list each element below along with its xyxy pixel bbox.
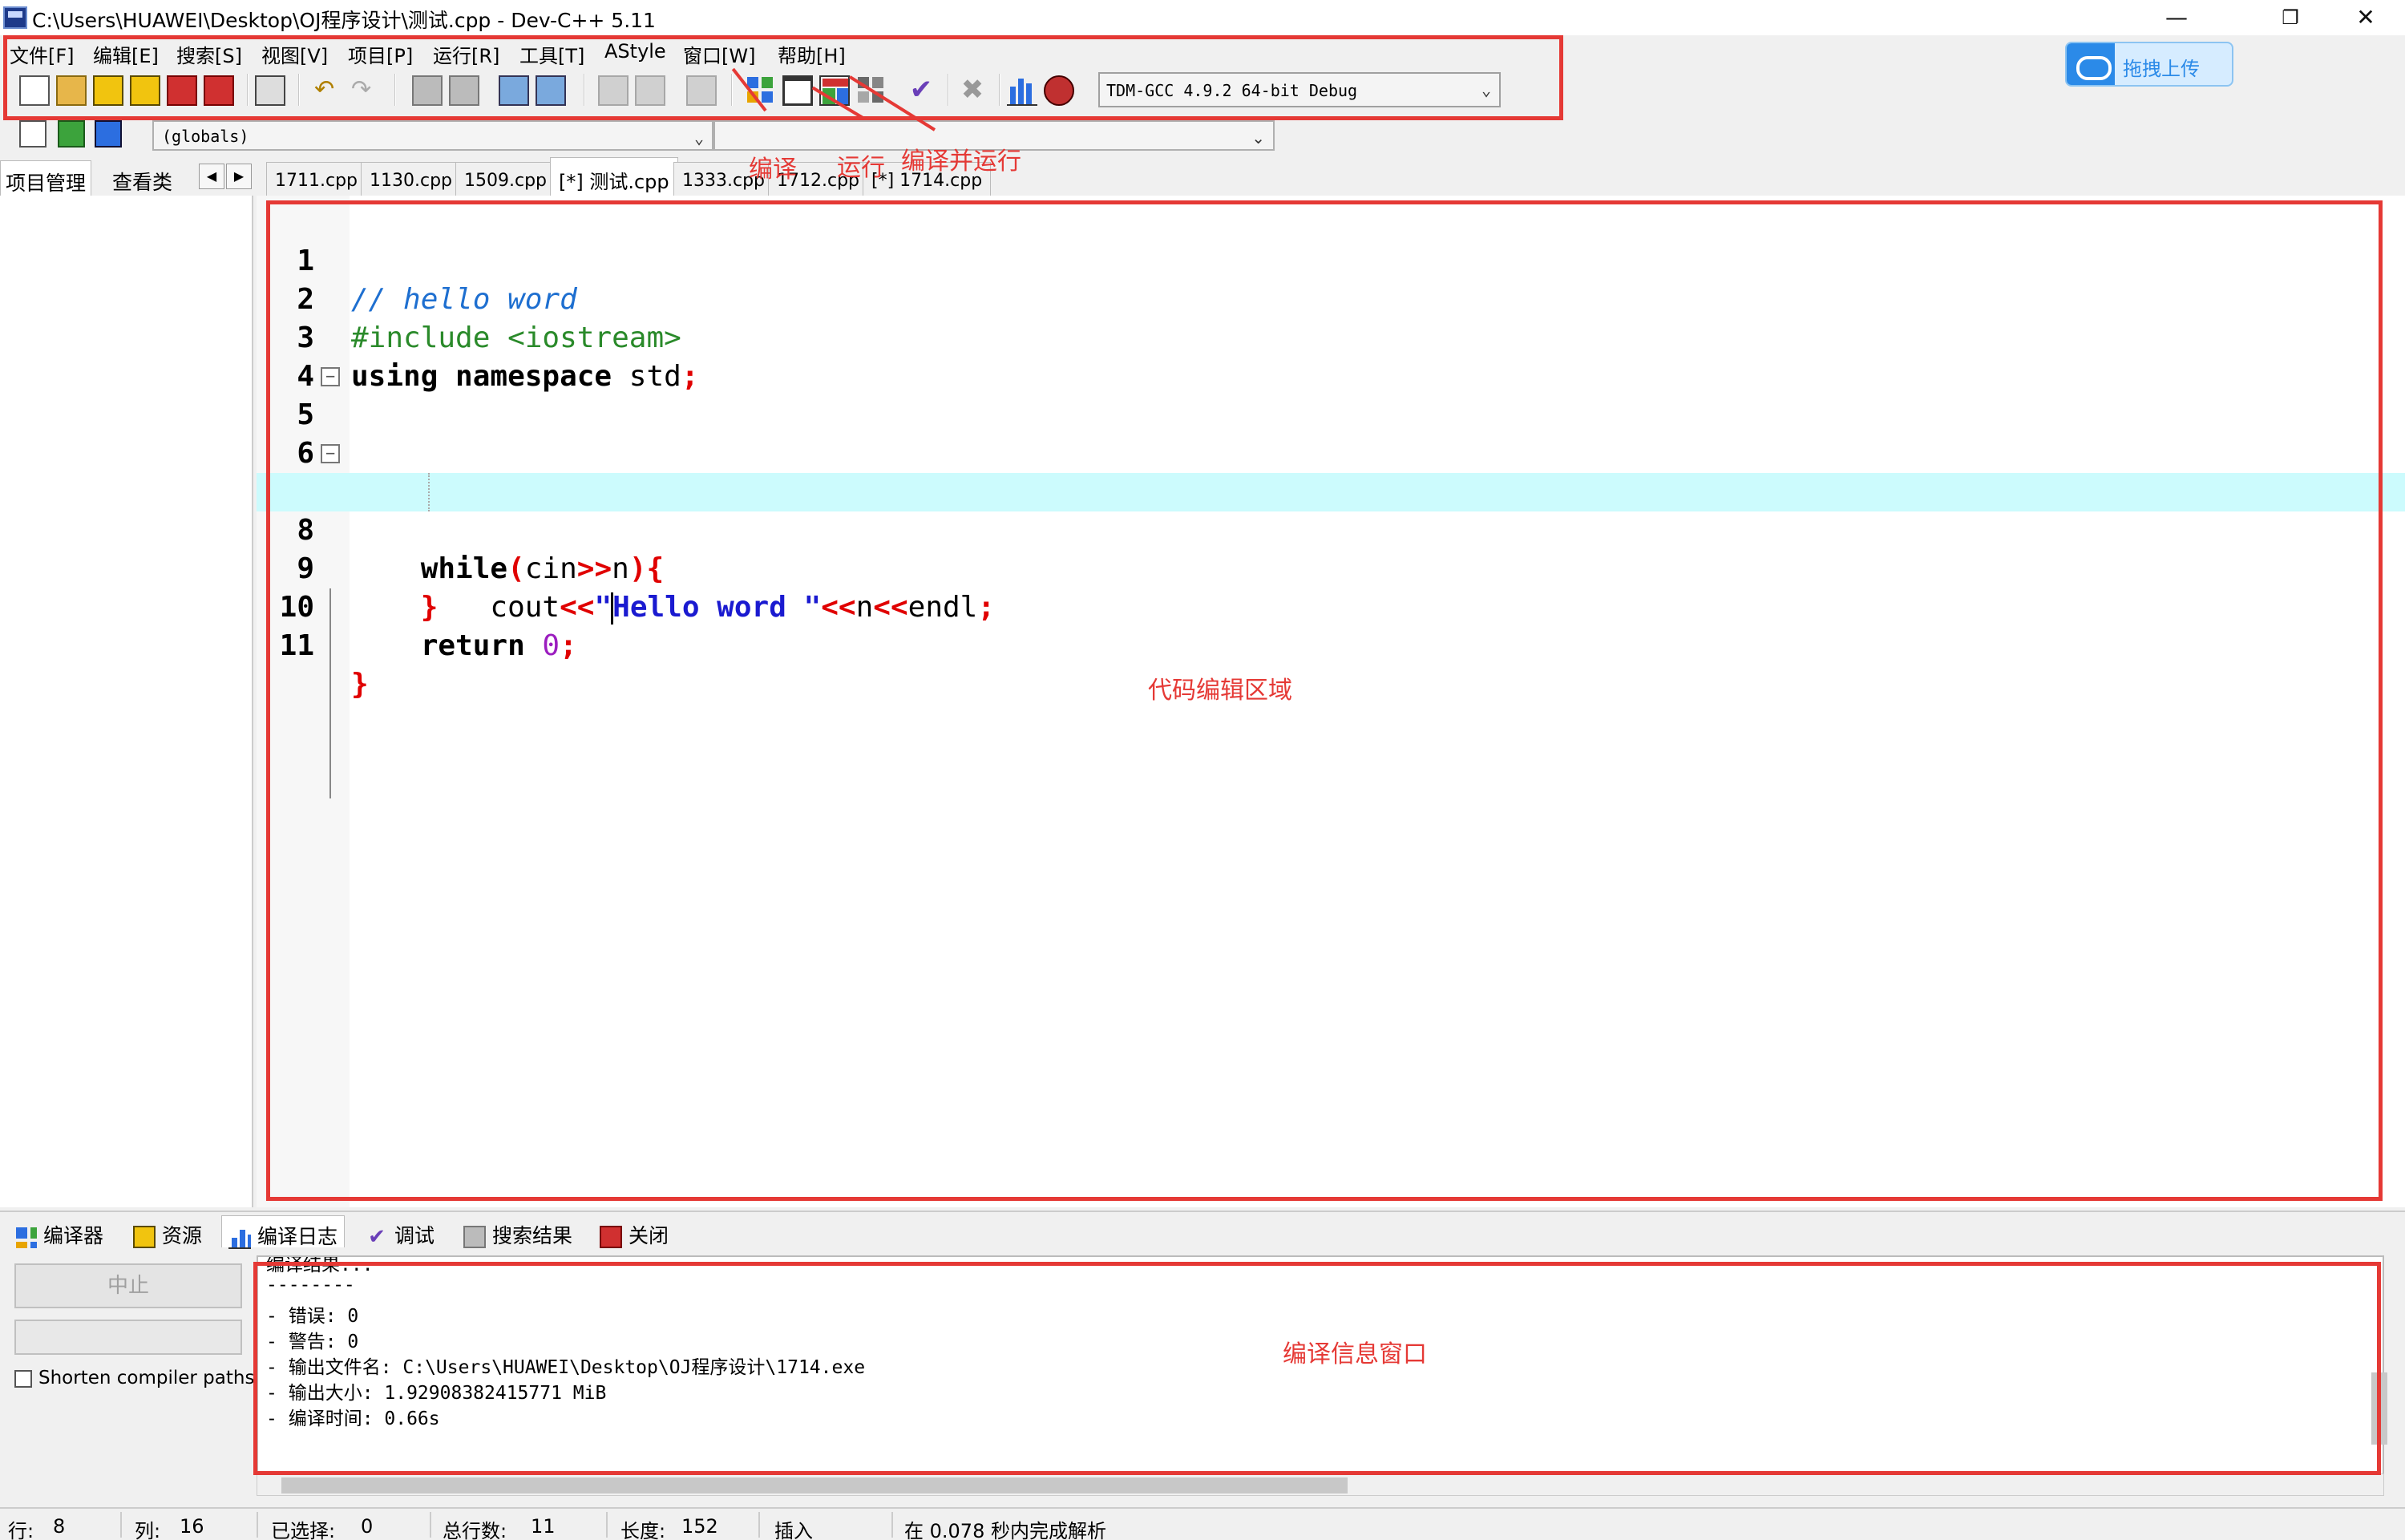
debug-check-icon: ✔ bbox=[368, 1225, 386, 1249]
tab-close-panel-label: 关闭 bbox=[629, 1224, 669, 1247]
toolbar-highlight-box bbox=[3, 35, 1563, 120]
minimize-button[interactable]: — bbox=[2140, 0, 2213, 35]
tab-search-results[interactable]: 搜索结果 bbox=[457, 1215, 579, 1248]
add-to-project-icon[interactable] bbox=[58, 120, 85, 148]
cloud-upload-label: 拖拽上传 bbox=[2123, 58, 2200, 80]
tab-debug[interactable]: ✔ 调试 bbox=[359, 1215, 441, 1249]
tab-resources[interactable]: 资源 bbox=[127, 1215, 208, 1248]
shorten-paths-checkbox[interactable] bbox=[14, 1369, 32, 1388]
window-title: C:\Users\HUAWEI\Desktop\OJ程序设计\测试.cpp - … bbox=[32, 9, 656, 32]
close-panel-icon bbox=[600, 1226, 622, 1248]
status-len-value: 152 bbox=[681, 1515, 718, 1538]
status-lines-value: 11 bbox=[531, 1515, 556, 1538]
file-tab[interactable]: 1509.cpp bbox=[455, 162, 556, 196]
status-col-label: 列: bbox=[135, 1520, 161, 1540]
editor-highlight-box bbox=[266, 200, 2383, 1201]
scope-value: (globals) bbox=[162, 127, 249, 146]
tab-compiler-label: 编译器 bbox=[43, 1224, 104, 1247]
resource-icon bbox=[133, 1226, 156, 1248]
status-divider bbox=[758, 1512, 760, 1538]
file-tab-active[interactable]: [*] 测试.cpp bbox=[550, 157, 678, 196]
status-insert-mode: 插入 bbox=[774, 1520, 813, 1540]
log-chart-icon bbox=[228, 1227, 251, 1249]
status-sel-label: 已选择: bbox=[271, 1520, 336, 1540]
status-sel-value: 0 bbox=[361, 1515, 374, 1538]
tab-search-results-label: 搜索结果 bbox=[492, 1224, 573, 1247]
tab-prev-arrow-icon[interactable]: ◀ bbox=[199, 164, 224, 189]
annotation-run: 运行 bbox=[837, 154, 885, 182]
compile-progress-bar bbox=[14, 1320, 242, 1355]
tab-debug-label: 调试 bbox=[394, 1224, 435, 1247]
tab-compile-log-label: 编译日志 bbox=[257, 1225, 338, 1248]
restore-button[interactable]: ❐ bbox=[2254, 0, 2326, 35]
title-bar: C:\Users\HUAWEI\Desktop\OJ程序设计\测试.cpp - … bbox=[0, 0, 2405, 35]
chevron-down-icon: ⌄ bbox=[1251, 128, 1265, 148]
status-divider bbox=[891, 1512, 893, 1538]
annotation-info-window: 编译信息窗口 bbox=[1283, 1340, 1427, 1368]
project-options-icon[interactable] bbox=[95, 120, 122, 148]
status-bar: 行: 8 列: 16 已选择: 0 总行数: 11 长度: 152 插入 在 0… bbox=[0, 1507, 2405, 1540]
tab-next-arrow-icon[interactable]: ▶ bbox=[226, 164, 252, 189]
scrollbar-thumb[interactable] bbox=[281, 1477, 1348, 1494]
abort-button[interactable]: 中止 bbox=[14, 1263, 242, 1308]
annotation-compile: 编译 bbox=[749, 156, 797, 184]
chevron-down-icon: ⌄ bbox=[693, 128, 704, 148]
status-row-value: 8 bbox=[53, 1515, 66, 1538]
new-project-icon[interactable] bbox=[19, 120, 46, 148]
status-row-label: 行: bbox=[8, 1520, 34, 1540]
file-tab[interactable]: 1130.cpp bbox=[361, 162, 462, 196]
devcpp-app-icon bbox=[3, 6, 27, 29]
tab-resources-label: 资源 bbox=[162, 1224, 203, 1247]
status-len-label: 长度: bbox=[620, 1520, 666, 1540]
status-divider bbox=[257, 1512, 258, 1538]
search-results-icon bbox=[463, 1226, 486, 1248]
annotation-code-area: 代码编辑区域 bbox=[1148, 677, 1292, 705]
status-divider bbox=[606, 1512, 608, 1538]
file-tab[interactable]: 1711.cpp bbox=[266, 162, 367, 196]
tab-class-browser[interactable]: 查看类 bbox=[107, 160, 178, 196]
tab-compile-log[interactable]: 编译日志 bbox=[221, 1215, 346, 1249]
scope-select[interactable]: (globals) ⌄ bbox=[152, 120, 713, 151]
compiler-icon bbox=[14, 1226, 37, 1248]
status-divider bbox=[430, 1512, 431, 1538]
annotation-compile-run: 编译并运行 bbox=[901, 148, 1021, 176]
close-window-button[interactable]: ✕ bbox=[2330, 0, 2402, 35]
tab-close-panel[interactable]: 关闭 bbox=[593, 1215, 675, 1248]
status-lines-label: 总行数: bbox=[443, 1520, 507, 1540]
status-parse-time: 在 0.078 秒内完成解析 bbox=[904, 1520, 1106, 1540]
status-col-value: 16 bbox=[180, 1515, 204, 1538]
log-horizontal-scrollbar[interactable] bbox=[257, 1473, 2384, 1496]
tab-compiler[interactable]: 编译器 bbox=[8, 1215, 110, 1248]
shorten-paths-label: Shorten compiler paths bbox=[38, 1368, 255, 1388]
project-tree-panel bbox=[0, 196, 253, 1207]
tab-project-manager[interactable]: 项目管理 bbox=[0, 160, 92, 196]
cloud-icon bbox=[2067, 43, 2115, 85]
shorten-paths-option[interactable]: Shorten compiler paths bbox=[14, 1368, 254, 1388]
status-divider bbox=[120, 1512, 122, 1538]
bottom-panel-tabs: 编译器 资源 编译日志 ✔ 调试 搜索结果 关闭 bbox=[0, 1211, 2405, 1249]
cloud-upload-button[interactable]: 拖拽上传 bbox=[2065, 42, 2233, 87]
